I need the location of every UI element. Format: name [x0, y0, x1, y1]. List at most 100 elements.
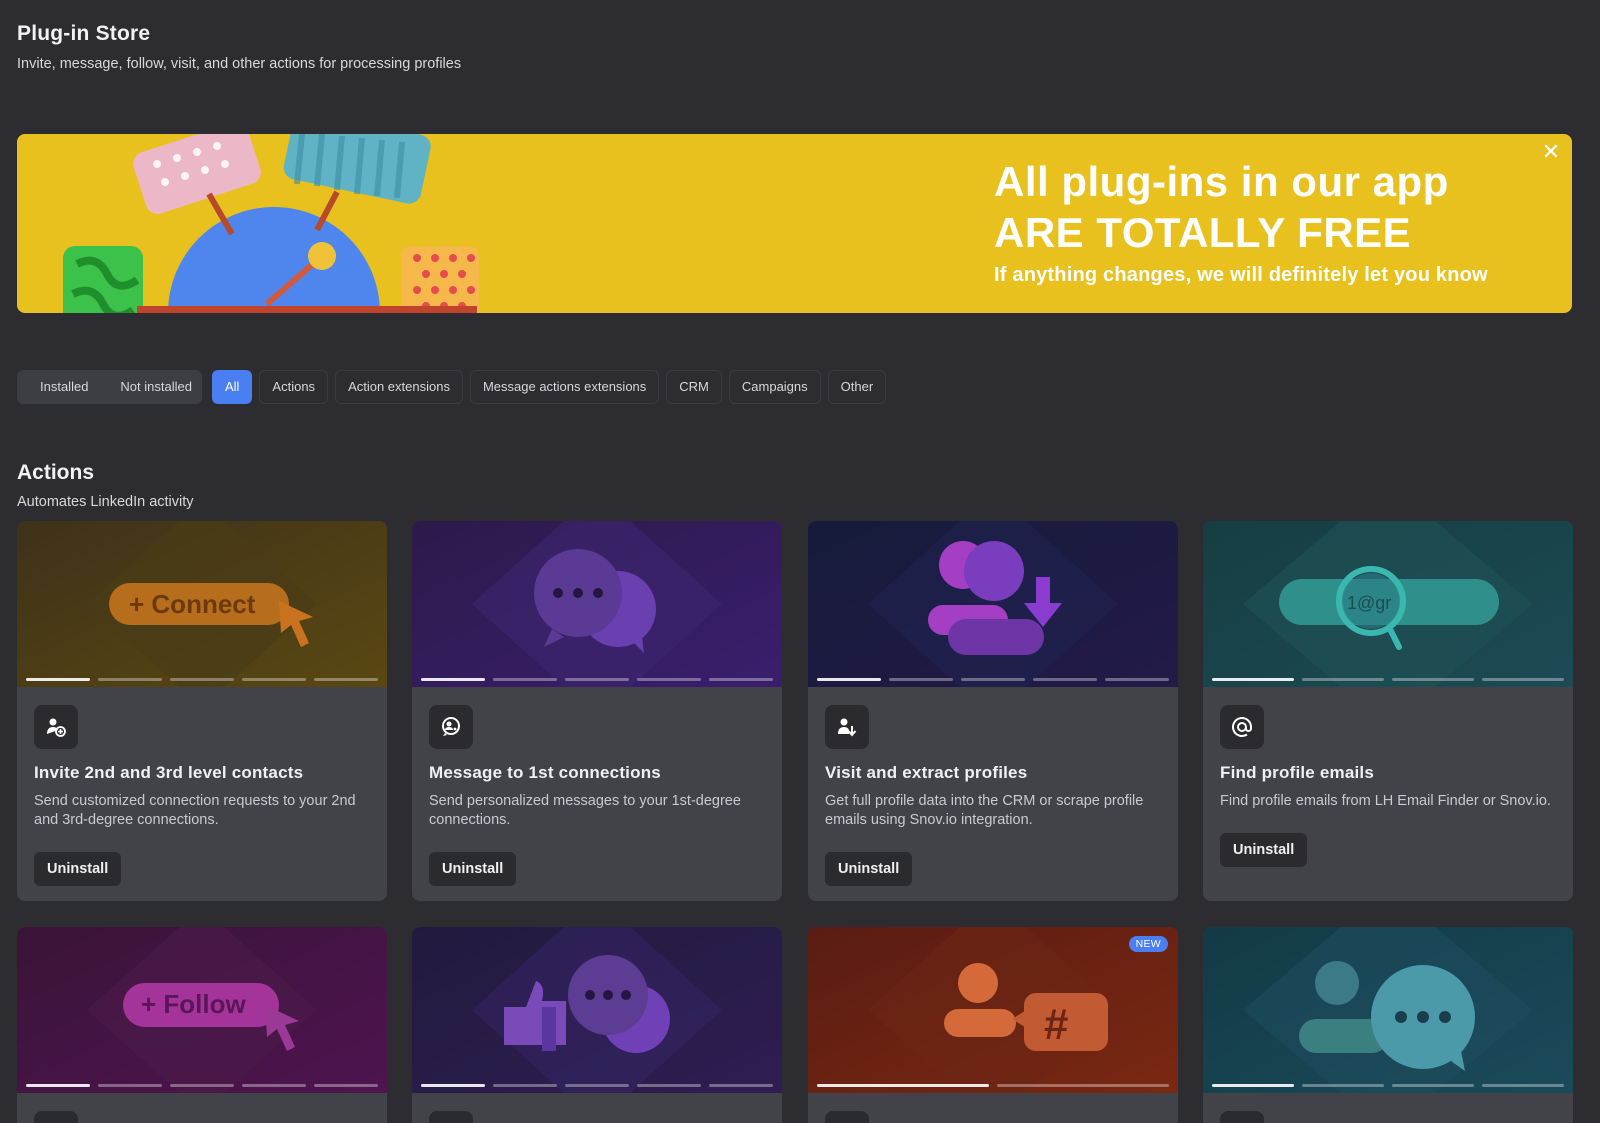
uninstall-button[interactable]: Uninstall: [34, 852, 122, 886]
svg-text:#: #: [1044, 1000, 1068, 1049]
email-text: 1@gr: [1347, 593, 1391, 613]
close-icon[interactable]: ✕: [1540, 141, 1562, 164]
card-preview-image[interactable]: [808, 521, 1178, 687]
section-subtitle: Automates LinkedIn activity: [17, 494, 194, 510]
plugin-card[interactable]: Message to 1st connections Send personal…: [412, 521, 782, 901]
carousel-dot[interactable]: [421, 1084, 485, 1087]
carousel-dot[interactable]: [1302, 678, 1384, 681]
at-sign-icon: [1220, 705, 1264, 749]
chat-group-illustration: [1203, 927, 1573, 1093]
hashtag-icon: [825, 1111, 869, 1123]
filter-all[interactable]: All: [211, 370, 253, 404]
carousel-dot[interactable]: [1482, 1084, 1564, 1087]
plugin-card[interactable]: [412, 927, 782, 1123]
group-chat-icon: [1220, 1111, 1264, 1123]
filter-installed[interactable]: Installed: [17, 370, 110, 404]
plugin-card[interactable]: Visit and extract profiles Get full prof…: [808, 521, 1178, 901]
carousel-dot[interactable]: [26, 1084, 90, 1087]
filter-message-actions-extensions[interactable]: Message actions extensions: [469, 370, 660, 404]
message-illustration: [412, 521, 782, 687]
carousel-dot[interactable]: [314, 678, 378, 681]
carousel-dot[interactable]: [242, 1084, 306, 1087]
plugin-card[interactable]: 1@gr Find profile emails Find profile em…: [1203, 521, 1573, 901]
plugin-card[interactable]: + Connect Invite 2nd and 3rd level conta…: [17, 521, 387, 901]
card-description: Send personalized messages to your 1st-d…: [429, 793, 741, 828]
carousel-dot[interactable]: [98, 678, 162, 681]
page-header: Plug-in Store Invite, message, follow, v…: [17, 22, 461, 72]
filter-crm[interactable]: CRM: [666, 370, 722, 404]
card-preview-image[interactable]: [1203, 927, 1573, 1093]
plugin-card[interactable]: [1203, 927, 1573, 1123]
card-preview-image[interactable]: + Follow: [17, 927, 387, 1093]
card-preview-image[interactable]: + Connect: [17, 521, 387, 687]
visit-extract-illustration: [808, 521, 1178, 687]
carousel-dot[interactable]: [565, 1084, 629, 1087]
carousel-dot[interactable]: [1212, 678, 1294, 681]
plugin-card[interactable]: # NEW: [808, 927, 1178, 1123]
filter-bar: Installed Not installed All Actions Acti…: [17, 370, 887, 404]
page-title: Plug-in Store: [17, 22, 151, 45]
carousel-indicator: [421, 1084, 773, 1087]
message-user-icon: [429, 705, 473, 749]
carousel-dot[interactable]: [242, 678, 306, 681]
carousel-dot[interactable]: [1105, 678, 1169, 681]
carousel-dot[interactable]: [889, 678, 953, 681]
card-description: Find profile emails from LH Email Finder…: [1220, 793, 1551, 809]
follow-text: + Follow: [141, 989, 247, 1019]
carousel-dot[interactable]: [98, 1084, 162, 1087]
carousel-dot[interactable]: [565, 678, 629, 681]
card-preview-image[interactable]: [412, 521, 782, 687]
card-preview-image[interactable]: 1@gr: [1203, 521, 1573, 687]
carousel-dot[interactable]: [961, 678, 1025, 681]
carousel-indicator: [817, 1084, 1169, 1087]
banner-headline: All plug-ins in our app: [994, 158, 1449, 205]
carousel-dot[interactable]: [817, 678, 881, 681]
new-badge: NEW: [1128, 936, 1168, 952]
banner-headline-emphasis: ARE TOTALLY FREE: [994, 209, 1412, 256]
carousel-dot[interactable]: [1482, 678, 1564, 681]
uninstall-button[interactable]: Uninstall: [429, 852, 517, 886]
card-preview-image[interactable]: [412, 927, 782, 1093]
filter-action-extensions[interactable]: Action extensions: [335, 370, 463, 404]
carousel-dot[interactable]: [709, 678, 773, 681]
hashtag-illustration: #: [808, 927, 1178, 1093]
carousel-dot[interactable]: [1212, 1084, 1294, 1087]
carousel-dot[interactable]: [637, 1084, 701, 1087]
carousel-dot[interactable]: [997, 1084, 1169, 1087]
carousel-indicator: [1212, 678, 1564, 681]
banner-subtext: If anything changes, we will definitely …: [994, 264, 1488, 286]
carousel-dot[interactable]: [26, 678, 90, 681]
uninstall-button[interactable]: Uninstall: [825, 852, 913, 886]
card-description: Get full profile data into the CRM or sc…: [825, 793, 1144, 828]
carousel-dot[interactable]: [817, 1084, 989, 1087]
plugin-card[interactable]: + Follow: [17, 927, 387, 1123]
filter-other[interactable]: Other: [827, 370, 887, 404]
carousel-dot[interactable]: [709, 1084, 773, 1087]
carousel-dot[interactable]: [314, 1084, 378, 1087]
card-title: Invite 2nd and 3rd level contacts: [34, 763, 304, 782]
carousel-dot[interactable]: [1302, 1084, 1384, 1087]
carousel-dot[interactable]: [170, 1084, 234, 1087]
filter-campaigns[interactable]: Campaigns: [728, 370, 821, 404]
carousel-dot[interactable]: [1033, 678, 1097, 681]
carousel-dot[interactable]: [170, 678, 234, 681]
carousel-dot[interactable]: [493, 678, 557, 681]
carousel-dot[interactable]: [421, 678, 485, 681]
carousel-dot[interactable]: [493, 1084, 557, 1087]
like-message-illustration: [412, 927, 782, 1093]
filter-not-installed[interactable]: Not installed: [110, 370, 202, 404]
promo-banner: All plug-ins in our app ARE TOTALLY FREE…: [17, 134, 1572, 313]
carousel-dot[interactable]: [637, 678, 701, 681]
section-header: Actions Automates LinkedIn activity: [17, 461, 194, 510]
uninstall-button[interactable]: Uninstall: [1220, 833, 1308, 867]
carousel-dot[interactable]: [1392, 678, 1474, 681]
card-title: Message to 1st connections: [429, 763, 661, 782]
filter-actions[interactable]: Actions: [259, 370, 329, 404]
carousel-dot[interactable]: [1392, 1084, 1474, 1087]
connect-illustration: + Connect: [17, 521, 387, 687]
card-preview-image[interactable]: # NEW: [808, 927, 1178, 1093]
card-title: Find profile emails: [1220, 763, 1374, 782]
install-status-toggle: Installed Not installed: [17, 370, 202, 404]
follow-user-icon: [34, 1111, 78, 1123]
card-description: Send customized connection requests to y…: [34, 793, 356, 828]
